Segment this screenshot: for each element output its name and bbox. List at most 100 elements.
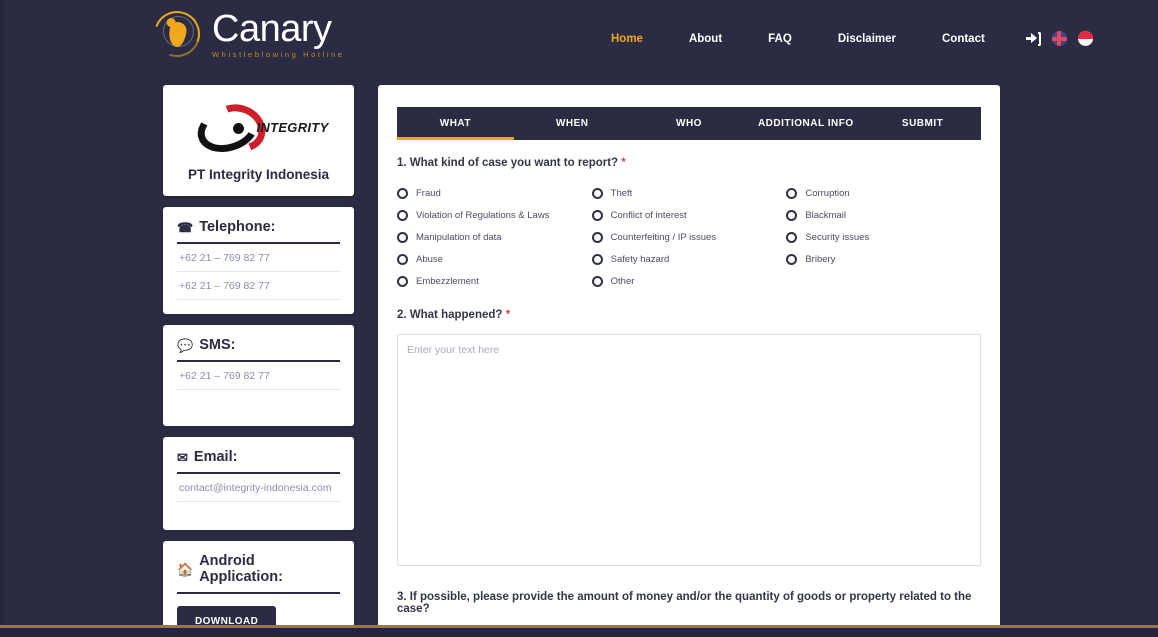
radio-circle-icon[interactable] [397,209,408,221]
telephone-heading: ☎ Telephone: [177,219,340,244]
radio-option-corruption[interactable]: Corruption [786,182,981,204]
radio-label: Theft [610,187,633,199]
company-name: PT Integrity Indonesia [187,167,330,182]
radio-label: Blackmail [805,209,846,221]
telephone-heading-label: Telephone: [199,219,276,235]
radio-label: Abuse [416,253,443,265]
radio-circle-icon[interactable] [786,231,798,243]
radio-option-security-issues[interactable]: Security issues [786,226,981,248]
radio-label: Security issues [805,231,870,243]
radio-option-violation[interactable]: Violation of Regulations & Laws [397,204,592,226]
radio-circle-icon[interactable] [397,253,408,265]
radio-circle-icon[interactable] [397,231,408,243]
nav-link-about[interactable]: About [666,33,745,45]
radio-option-safety-hazard[interactable]: Safety hazard [591,248,787,270]
question-2-text: 2. What happened? [397,309,503,321]
email-address[interactable]: contact@integrity-indonesia.com [177,474,340,502]
radio-label: Embezzlement [416,275,479,287]
question-1-text: 1. What kind of case you want to report? [397,157,619,169]
radio-option-blackmail[interactable]: Blackmail [786,204,981,226]
question-3-label: 3. If possible, please provide the amoun… [397,591,981,615]
login-icon[interactable] [1025,31,1041,46]
case-type-radio-group: Fraud Violation of Regulations & Laws Ma… [397,182,981,292]
nav-link-home[interactable]: Home [588,33,666,45]
radio-label: Violation of Regulations & Laws [416,209,550,221]
sms-heading-label: SMS: [199,337,236,353]
footer-accent-bar [0,625,1158,637]
sms-number[interactable]: +62 21 – 769 82 77 [177,362,340,390]
left-edge-strip [0,0,4,637]
radio-circle-icon[interactable] [591,275,603,287]
radio-column-3: Corruption Blackmail Security issues Bri… [786,182,981,292]
nav-link-disclaimer[interactable]: Disclaimer [815,33,919,45]
radio-option-bribery[interactable]: Bribery [786,248,981,270]
radio-circle-icon[interactable] [397,275,408,287]
canary-bird-icon [146,2,208,65]
main-navigation: Home About FAQ Disclaimer Contact [588,31,1093,46]
tab-additional-info[interactable]: ADDITIONAL INFO [747,107,864,140]
sms-heading: 💬 SMS: [177,337,340,362]
radio-column-2: Theft Conflict of interest Counterfeitin… [591,182,787,292]
tab-submit[interactable]: SUBMIT [864,107,981,140]
radio-option-fraud[interactable]: Fraud [397,182,592,204]
question-2-label: 2. What happened? * [397,309,981,321]
form-step-tabs: WHAT WHEN WHO ADDITIONAL INFO SUBMIT [397,107,981,140]
radio-option-embezzlement[interactable]: Embezzlement [397,270,592,292]
brand-logo[interactable]: Canary Whistleblowing Hotline [146,2,347,65]
radio-label: Fraud [416,187,441,199]
radio-circle-icon[interactable] [591,187,603,199]
radio-circle-icon[interactable] [397,187,408,199]
brand-name: Canary [212,8,332,50]
what-happened-textarea[interactable] [397,334,981,566]
chat-bubble-icon: 💬 [177,337,194,353]
radio-option-counterfeiting[interactable]: Counterfeiting / IP issues [591,226,787,248]
telephone-number[interactable]: +62 21 – 769 82 77 [177,272,340,300]
question-1-label: 1. What kind of case you want to report?… [397,157,981,169]
email-heading: ✉ Email: [177,449,340,474]
required-asterisk: * [505,309,511,321]
radio-label: Bribery [805,253,836,265]
telephone-card: ☎ Telephone: +62 21 – 769 82 77 +62 21 –… [163,207,354,314]
flag-uk-icon[interactable] [1051,31,1067,46]
sms-card: 💬 SMS: +62 21 – 769 82 77 [163,325,354,426]
tab-who[interactable]: WHO [631,107,748,140]
envelope-icon: ✉ [177,449,188,465]
telephone-number[interactable]: +62 21 – 769 82 77 [177,244,340,272]
android-heading-label: Android Application: [199,553,283,585]
question-3-text: 3. If possible, please provide the amoun… [397,591,972,615]
nav-link-faq[interactable]: FAQ [745,33,815,45]
radio-circle-icon[interactable] [591,209,603,221]
site-header: Canary Whistleblowing Hotline Home About… [0,0,1158,78]
radio-label: Counterfeiting / IP issues [610,231,717,243]
sidebar: INTEGRITY PT Integrity Indonesia ☎ Telep… [163,85,354,637]
phone-icon: ☎ [177,219,194,235]
flag-indonesia-icon[interactable] [1077,31,1093,46]
tab-when[interactable]: WHEN [514,107,631,140]
radio-label: Manipulation of data [416,231,502,243]
radio-circle-icon[interactable] [591,253,603,265]
radio-circle-icon[interactable] [786,209,798,221]
tab-what[interactable]: WHAT [397,107,514,140]
radio-column-1: Fraud Violation of Regulations & Laws Ma… [397,182,592,292]
integrity-logo-icon: INTEGRITY [189,96,329,160]
radio-option-conflict-of-interest[interactable]: Conflict of interest [591,204,787,226]
email-heading-label: Email: [193,449,238,465]
required-asterisk: * [621,157,626,169]
radio-option-abuse[interactable]: Abuse [397,248,592,270]
android-card: 🏠 Android Application: DOWNLOAD [163,541,354,637]
radio-label: Other [610,275,635,287]
radio-option-other[interactable]: Other [591,270,787,292]
radio-circle-icon[interactable] [786,253,798,265]
report-form-panel: WHAT WHEN WHO ADDITIONAL INFO SUBMIT 1. … [378,85,1000,630]
radio-circle-icon[interactable] [786,187,798,199]
nav-link-contact[interactable]: Contact [919,33,1008,45]
radio-label: Conflict of interest [610,209,687,221]
radio-label: Corruption [805,187,850,199]
radio-option-theft[interactable]: Theft [591,182,787,204]
nav-icon-group [1025,31,1093,46]
radio-option-manipulation-of-data[interactable]: Manipulation of data [397,226,592,248]
email-card: ✉ Email: contact@integrity-indonesia.com [163,437,354,530]
radio-circle-icon[interactable] [591,231,603,243]
android-home-icon: 🏠 [177,561,194,577]
company-card: INTEGRITY PT Integrity Indonesia [163,85,354,196]
